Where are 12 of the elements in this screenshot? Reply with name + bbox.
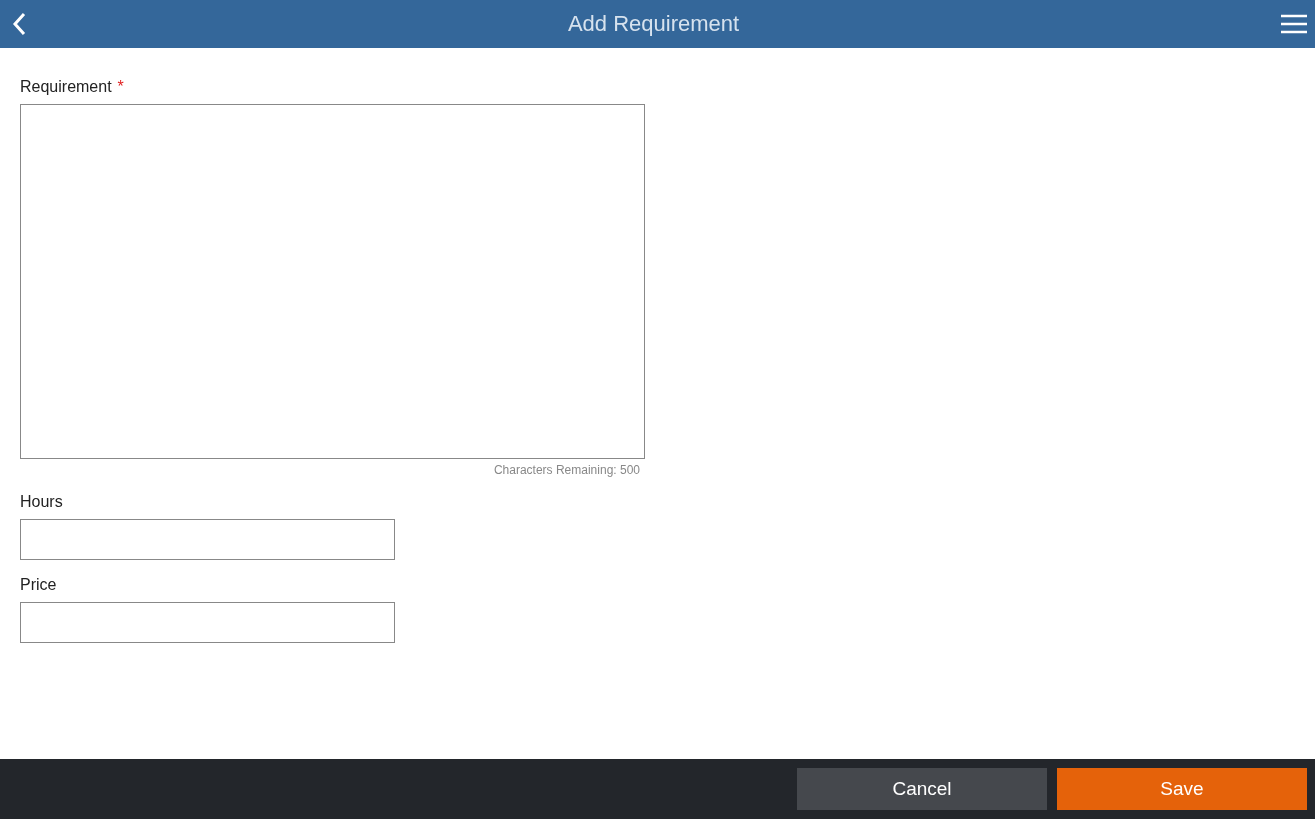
menu-icon bbox=[1281, 14, 1307, 34]
back-button[interactable] bbox=[12, 12, 26, 36]
field-label: Requirement bbox=[20, 78, 112, 96]
page-title: Add Requirement bbox=[567, 11, 740, 37]
character-counter: Characters Remaining: 500 bbox=[493, 463, 640, 477]
cancel-button[interactable]: Cancel bbox=[797, 768, 1047, 810]
input-field[interactable] bbox=[20, 519, 395, 560]
required-asterisk: * bbox=[117, 78, 124, 96]
menu-button[interactable] bbox=[1281, 14, 1307, 34]
input-field[interactable] bbox=[20, 602, 395, 643]
field-label: Price bbox=[20, 576, 57, 594]
field-label: Hours bbox=[20, 493, 63, 511]
